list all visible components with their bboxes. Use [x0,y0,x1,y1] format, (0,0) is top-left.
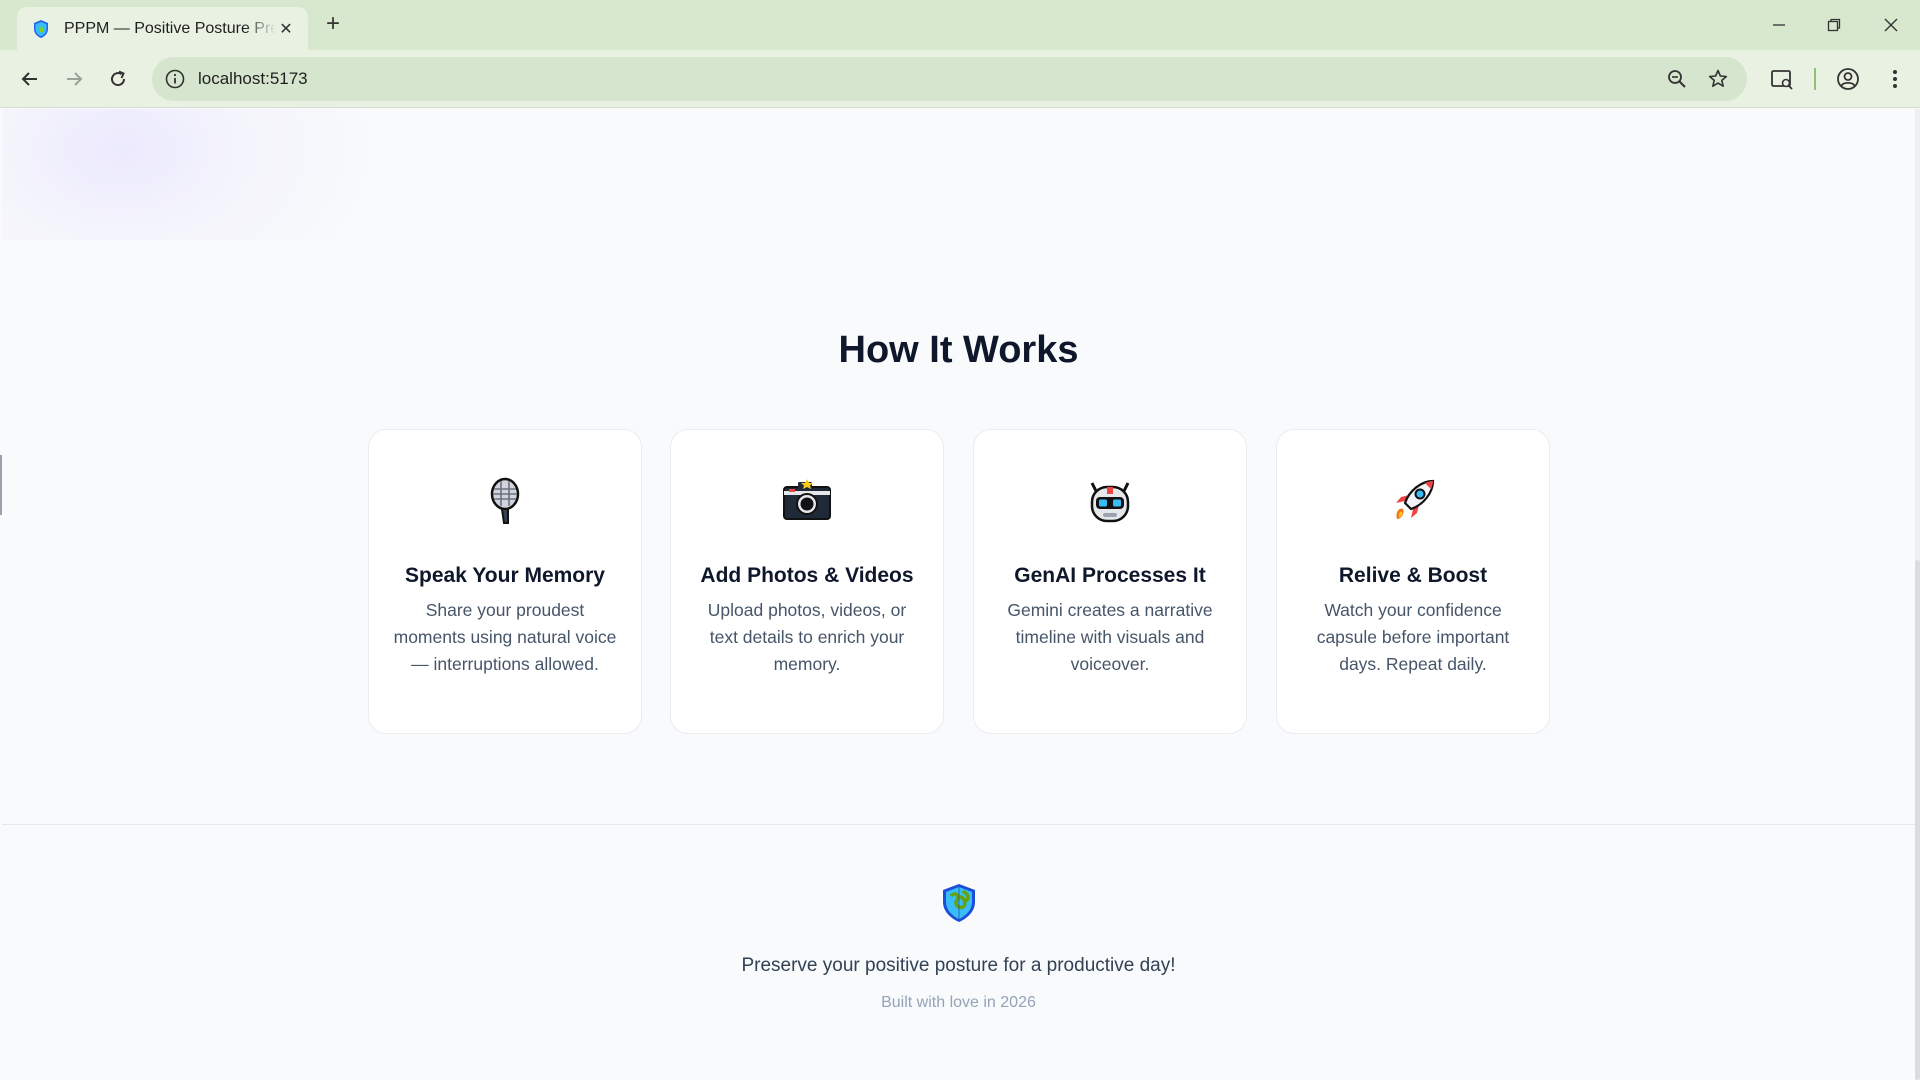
browser-menu-icon[interactable] [1882,66,1908,92]
site-info-icon[interactable] [164,68,186,90]
page-viewport: How It Works Speak Your Memory Share you… [2,109,1915,1080]
tab-title: PPPM — Positive Posture Preserver [64,19,276,37]
page-footer: Preserve your positive posture for a pro… [2,824,1915,1080]
address-bar[interactable]: localhost:5173 [152,57,1747,101]
minimize-window-icon[interactable] [1764,10,1794,40]
new-tab-plus-icon[interactable]: + [320,12,346,38]
forward-arrow-icon[interactable] [58,63,90,95]
step-card-speak: Speak Your Memory Share your proudest mo… [368,429,642,734]
shield-globe-logo-icon [943,884,975,922]
tab-search-icon[interactable] [1769,66,1795,92]
browser-tab-active[interactable]: PPPM — Positive Posture Preserver ✕ [17,7,308,50]
close-window-icon[interactable] [1876,10,1906,40]
step-title: Relive & Boost [1338,564,1488,587]
back-arrow-icon[interactable] [14,63,46,95]
toolbar-divider [1814,68,1816,90]
robot-icon [1090,482,1130,523]
browser-tab-strip: PPPM — Positive Posture Preserver ✕ + [0,0,1920,50]
camera-icon [783,479,831,520]
step-card-relive: Relive & Boost Watch your confidence cap… [1276,429,1550,734]
footer-tagline: Preserve your positive posture for a pro… [741,955,1176,976]
how-it-works-heading: How It Works [838,329,1079,371]
step-card-add-media: Add Photos & Videos Upload photos, video… [670,429,944,734]
reload-icon[interactable] [102,63,134,95]
bookmark-star-icon[interactable] [1707,68,1729,90]
footer-built-with: Built with love in 2026 [881,994,1036,1011]
step-description: Upload photos, videos, or text details t… [707,600,907,674]
zoom-icon[interactable] [1666,68,1688,90]
url-text[interactable]: localhost:5173 [198,69,308,89]
restore-window-icon[interactable] [1819,10,1849,40]
rocket-icon [1396,479,1435,519]
shield-globe-icon [34,19,48,38]
step-card-genai: GenAI Processes It Gemini creates a narr… [973,429,1247,734]
profile-avatar-icon[interactable] [1835,66,1861,92]
step-title: Speak Your Memory [405,564,605,587]
browser-toolbar: localhost:5173 [0,50,1920,108]
step-description: Share your proudest moments using natura… [393,600,617,674]
step-description: Watch your confidence capsule before imp… [1316,600,1510,674]
scrollbar-thumb[interactable] [1915,560,1920,1080]
step-description: Gemini creates a narrative timeline with… [1007,600,1213,674]
microphone-icon [490,477,520,524]
hero-background-glow [2,109,422,240]
tab-close-icon[interactable]: ✕ [276,19,296,39]
step-title: GenAI Processes It [1014,564,1206,587]
step-title: Add Photos & Videos [700,564,914,587]
